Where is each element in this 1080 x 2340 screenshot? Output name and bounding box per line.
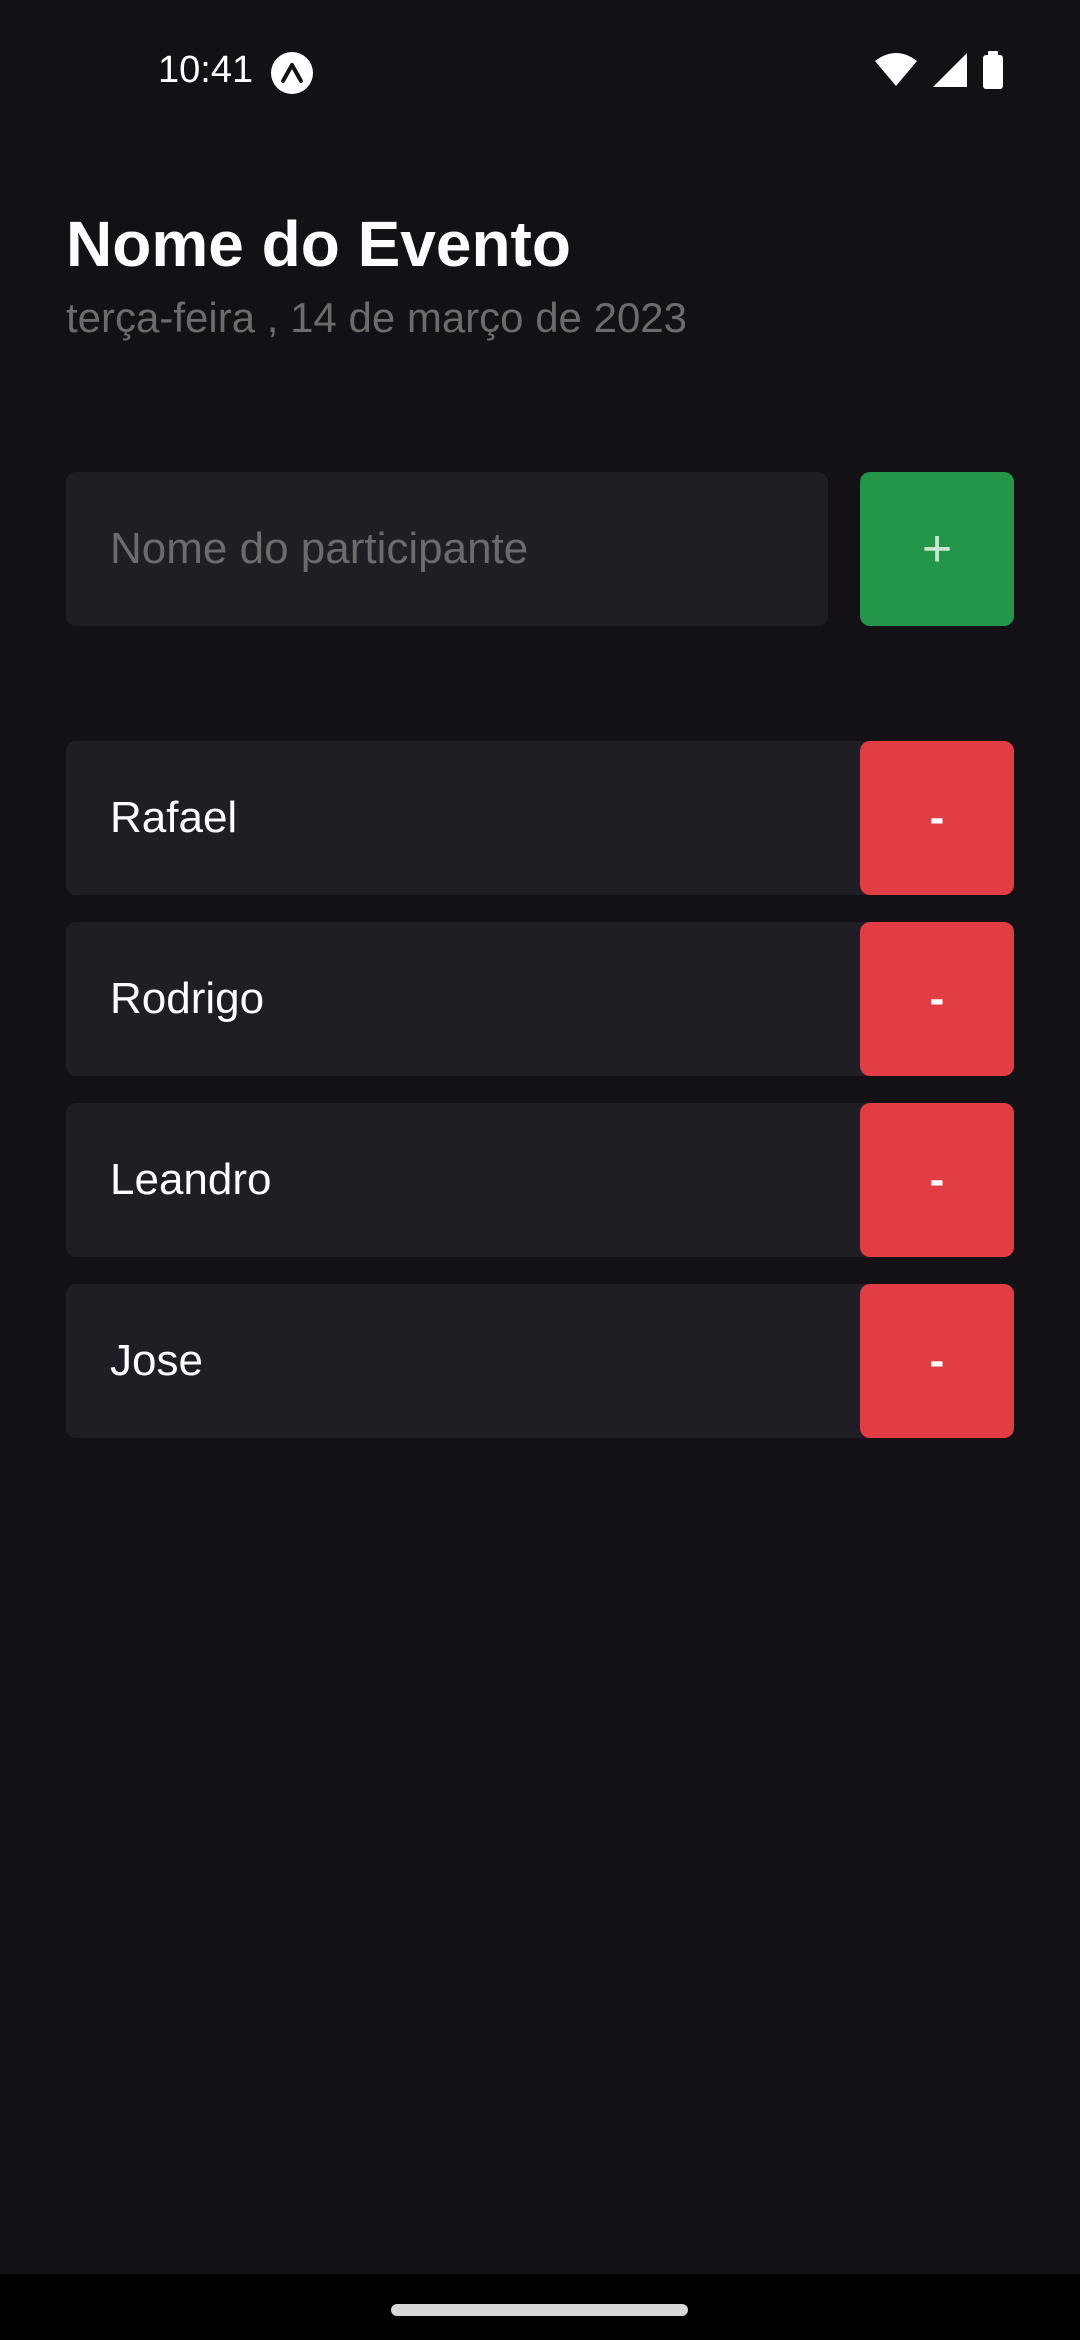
status-icons (874, 50, 1004, 94)
participants-list: Rafael - Rodrigo - Leandro - Jose - (66, 741, 1014, 1465)
status-bar: 10:41 (0, 0, 1080, 140)
cell-signal-icon (932, 52, 968, 93)
remove-participant-button[interactable]: - (860, 922, 1014, 1076)
expo-icon (271, 52, 313, 94)
home-indicator[interactable] (391, 2304, 688, 2316)
participant-name: Jose (110, 1336, 203, 1385)
battery-icon (982, 50, 1004, 94)
participant-row: Rafael - (66, 741, 1014, 895)
participant-name: Rafael (110, 793, 238, 842)
add-participant-button[interactable]: + (860, 472, 1014, 626)
app-screen: 10:41 Nome do Evento terça-feira , 14 de… (0, 0, 1080, 2340)
participant-row: Jose - (66, 1284, 1014, 1438)
system-nav-bar (0, 2274, 1080, 2340)
participant-row: Rodrigo - (66, 922, 1014, 1076)
event-date: terça-feira , 14 de março de 2023 (66, 294, 688, 341)
participant-row: Leandro - (66, 1103, 1014, 1257)
remove-participant-button[interactable]: - (860, 1284, 1014, 1438)
wifi-icon (874, 52, 918, 92)
status-clock: 10:41 (158, 49, 254, 91)
participant-name: Leandro (110, 1155, 272, 1204)
event-title: Nome do Evento (66, 208, 571, 280)
participant-name-input[interactable] (66, 472, 828, 626)
remove-participant-button[interactable]: - (860, 1103, 1014, 1257)
remove-participant-button[interactable]: - (860, 741, 1014, 895)
participant-name: Rodrigo (110, 974, 265, 1023)
